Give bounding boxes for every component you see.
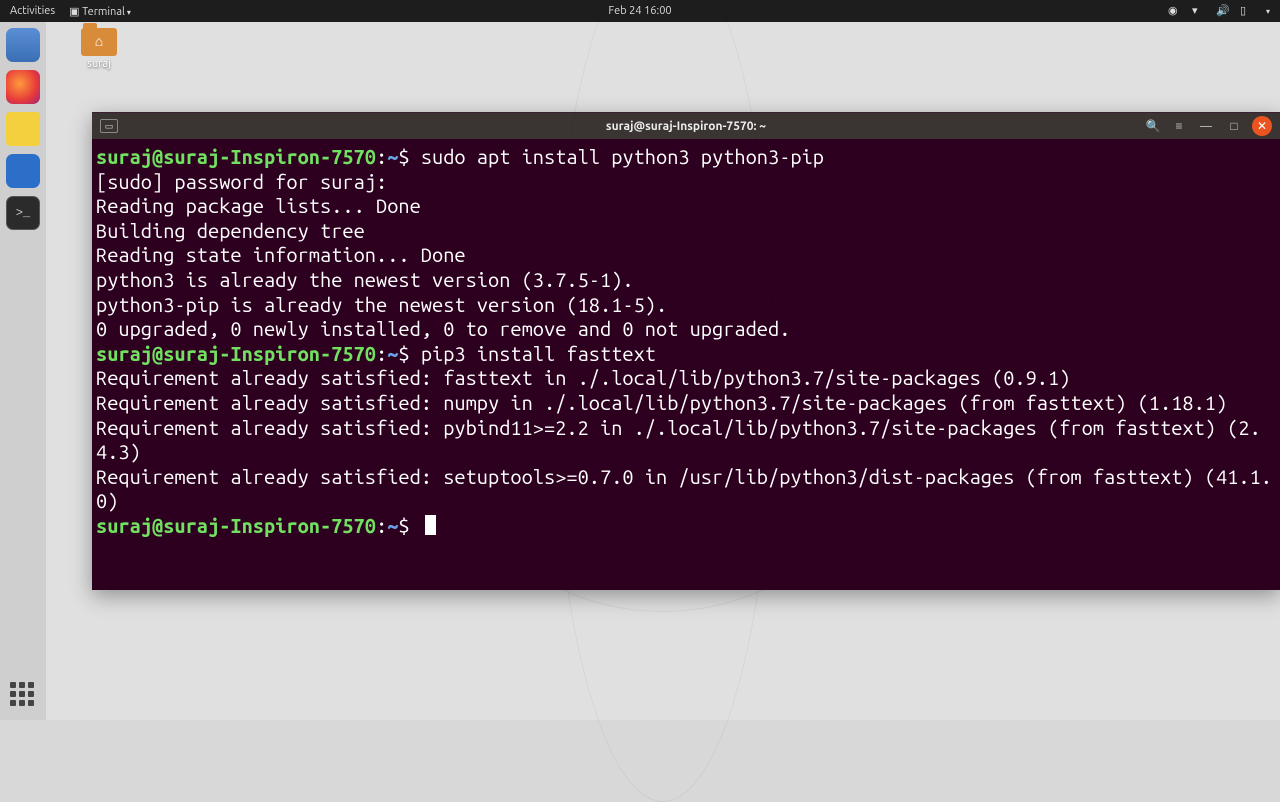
cursor bbox=[425, 515, 436, 535]
prompt-path: ~ bbox=[387, 342, 398, 365]
dock: >_ bbox=[0, 22, 46, 720]
prompt-end: $ bbox=[398, 342, 420, 365]
output-line: Reading state information... Done bbox=[96, 243, 466, 266]
volume-icon[interactable]: 🔊 bbox=[1216, 4, 1230, 18]
window-title: suraj@suraj-Inspiron-7570: ~ bbox=[606, 120, 766, 133]
hamburger-menu-button[interactable]: ≡ bbox=[1170, 117, 1188, 135]
minimize-button[interactable]: — bbox=[1196, 116, 1216, 136]
prompt-user: suraj@suraj-Inspiron-7570 bbox=[96, 342, 376, 365]
output-line: [sudo] password for suraj: bbox=[96, 170, 387, 193]
output-line: Requirement already satisfied: setuptool… bbox=[96, 465, 1272, 513]
close-icon: ✕ bbox=[1257, 119, 1267, 133]
command-text: pip3 install fasttext bbox=[421, 342, 656, 365]
show-applications-button[interactable] bbox=[10, 682, 34, 706]
minimize-icon: — bbox=[1200, 120, 1212, 133]
prompt-sep: : bbox=[376, 342, 387, 365]
terminal-window: ▭ suraj@suraj-Inspiron-7570: ~ 🔍 ≡ — □ ✕… bbox=[92, 112, 1280, 590]
folder-label: suraj bbox=[74, 58, 124, 70]
tab-icon: ▭ bbox=[105, 121, 114, 132]
prompt-user: suraj@suraj-Inspiron-7570 bbox=[96, 514, 376, 537]
search-button[interactable]: 🔍 bbox=[1144, 117, 1162, 135]
maximize-button[interactable]: □ bbox=[1224, 116, 1244, 136]
prompt-user: suraj@suraj-Inspiron-7570 bbox=[96, 145, 376, 168]
output-line: Requirement already satisfied: pybind11>… bbox=[96, 416, 1261, 464]
activities-button[interactable]: Activities bbox=[10, 5, 55, 17]
terminal-app-icon[interactable]: >_ bbox=[6, 196, 40, 230]
wifi-icon[interactable]: ▾ bbox=[1192, 4, 1206, 18]
app-menu-label: Terminal bbox=[82, 6, 125, 18]
app-menu[interactable]: ▣ Terminal▾ bbox=[69, 5, 131, 18]
output-line: python3-pip is already the newest versio… bbox=[96, 293, 667, 316]
screencast-icon[interactable]: ◉ bbox=[1168, 4, 1182, 18]
search-icon: 🔍 bbox=[1146, 119, 1161, 133]
terminal-output[interactable]: suraj@suraj-Inspiron-7570:~$ sudo apt in… bbox=[92, 139, 1280, 590]
output-line: python3 is already the newest version (3… bbox=[96, 268, 634, 291]
prompt-end: $ bbox=[398, 514, 420, 537]
app-icon[interactable] bbox=[6, 154, 40, 188]
hamburger-icon: ≡ bbox=[1175, 119, 1182, 133]
desktop: suraj ▭ suraj@suraj-Inspiron-7570: ~ 🔍 ≡… bbox=[46, 22, 1280, 720]
prompt-path: ~ bbox=[387, 514, 398, 537]
output-line: Building dependency tree bbox=[96, 219, 365, 242]
prompt-end: $ bbox=[398, 145, 420, 168]
chevron-down-icon: ▾ bbox=[127, 8, 131, 17]
output-line: 0 upgraded, 0 newly installed, 0 to remo… bbox=[96, 317, 790, 340]
system-menu-chevron-icon[interactable]: ▾ bbox=[1266, 7, 1270, 16]
output-line: Reading package lists... Done bbox=[96, 194, 421, 217]
window-titlebar[interactable]: ▭ suraj@suraj-Inspiron-7570: ~ 🔍 ≡ — □ ✕ bbox=[92, 113, 1280, 139]
terminal-icon: ▣ bbox=[69, 6, 79, 18]
battery-icon[interactable]: ▯ bbox=[1240, 4, 1254, 18]
prompt-sep: : bbox=[376, 145, 387, 168]
command-text: sudo apt install python3 python3-pip bbox=[421, 145, 824, 168]
maximize-icon: □ bbox=[1230, 119, 1237, 133]
output-line: Requirement already satisfied: fasttext … bbox=[96, 366, 1070, 389]
new-tab-button[interactable]: ▭ bbox=[100, 119, 118, 133]
output-line: Requirement already satisfied: numpy in … bbox=[96, 391, 1227, 414]
firefox-app-icon[interactable] bbox=[6, 70, 40, 104]
close-button[interactable]: ✕ bbox=[1252, 116, 1272, 136]
prompt-sep: : bbox=[376, 514, 387, 537]
folder-icon bbox=[81, 28, 117, 56]
files-app-icon[interactable] bbox=[6, 28, 40, 62]
home-folder[interactable]: suraj bbox=[74, 28, 124, 70]
prompt-path: ~ bbox=[387, 145, 398, 168]
notes-app-icon[interactable] bbox=[6, 112, 40, 146]
